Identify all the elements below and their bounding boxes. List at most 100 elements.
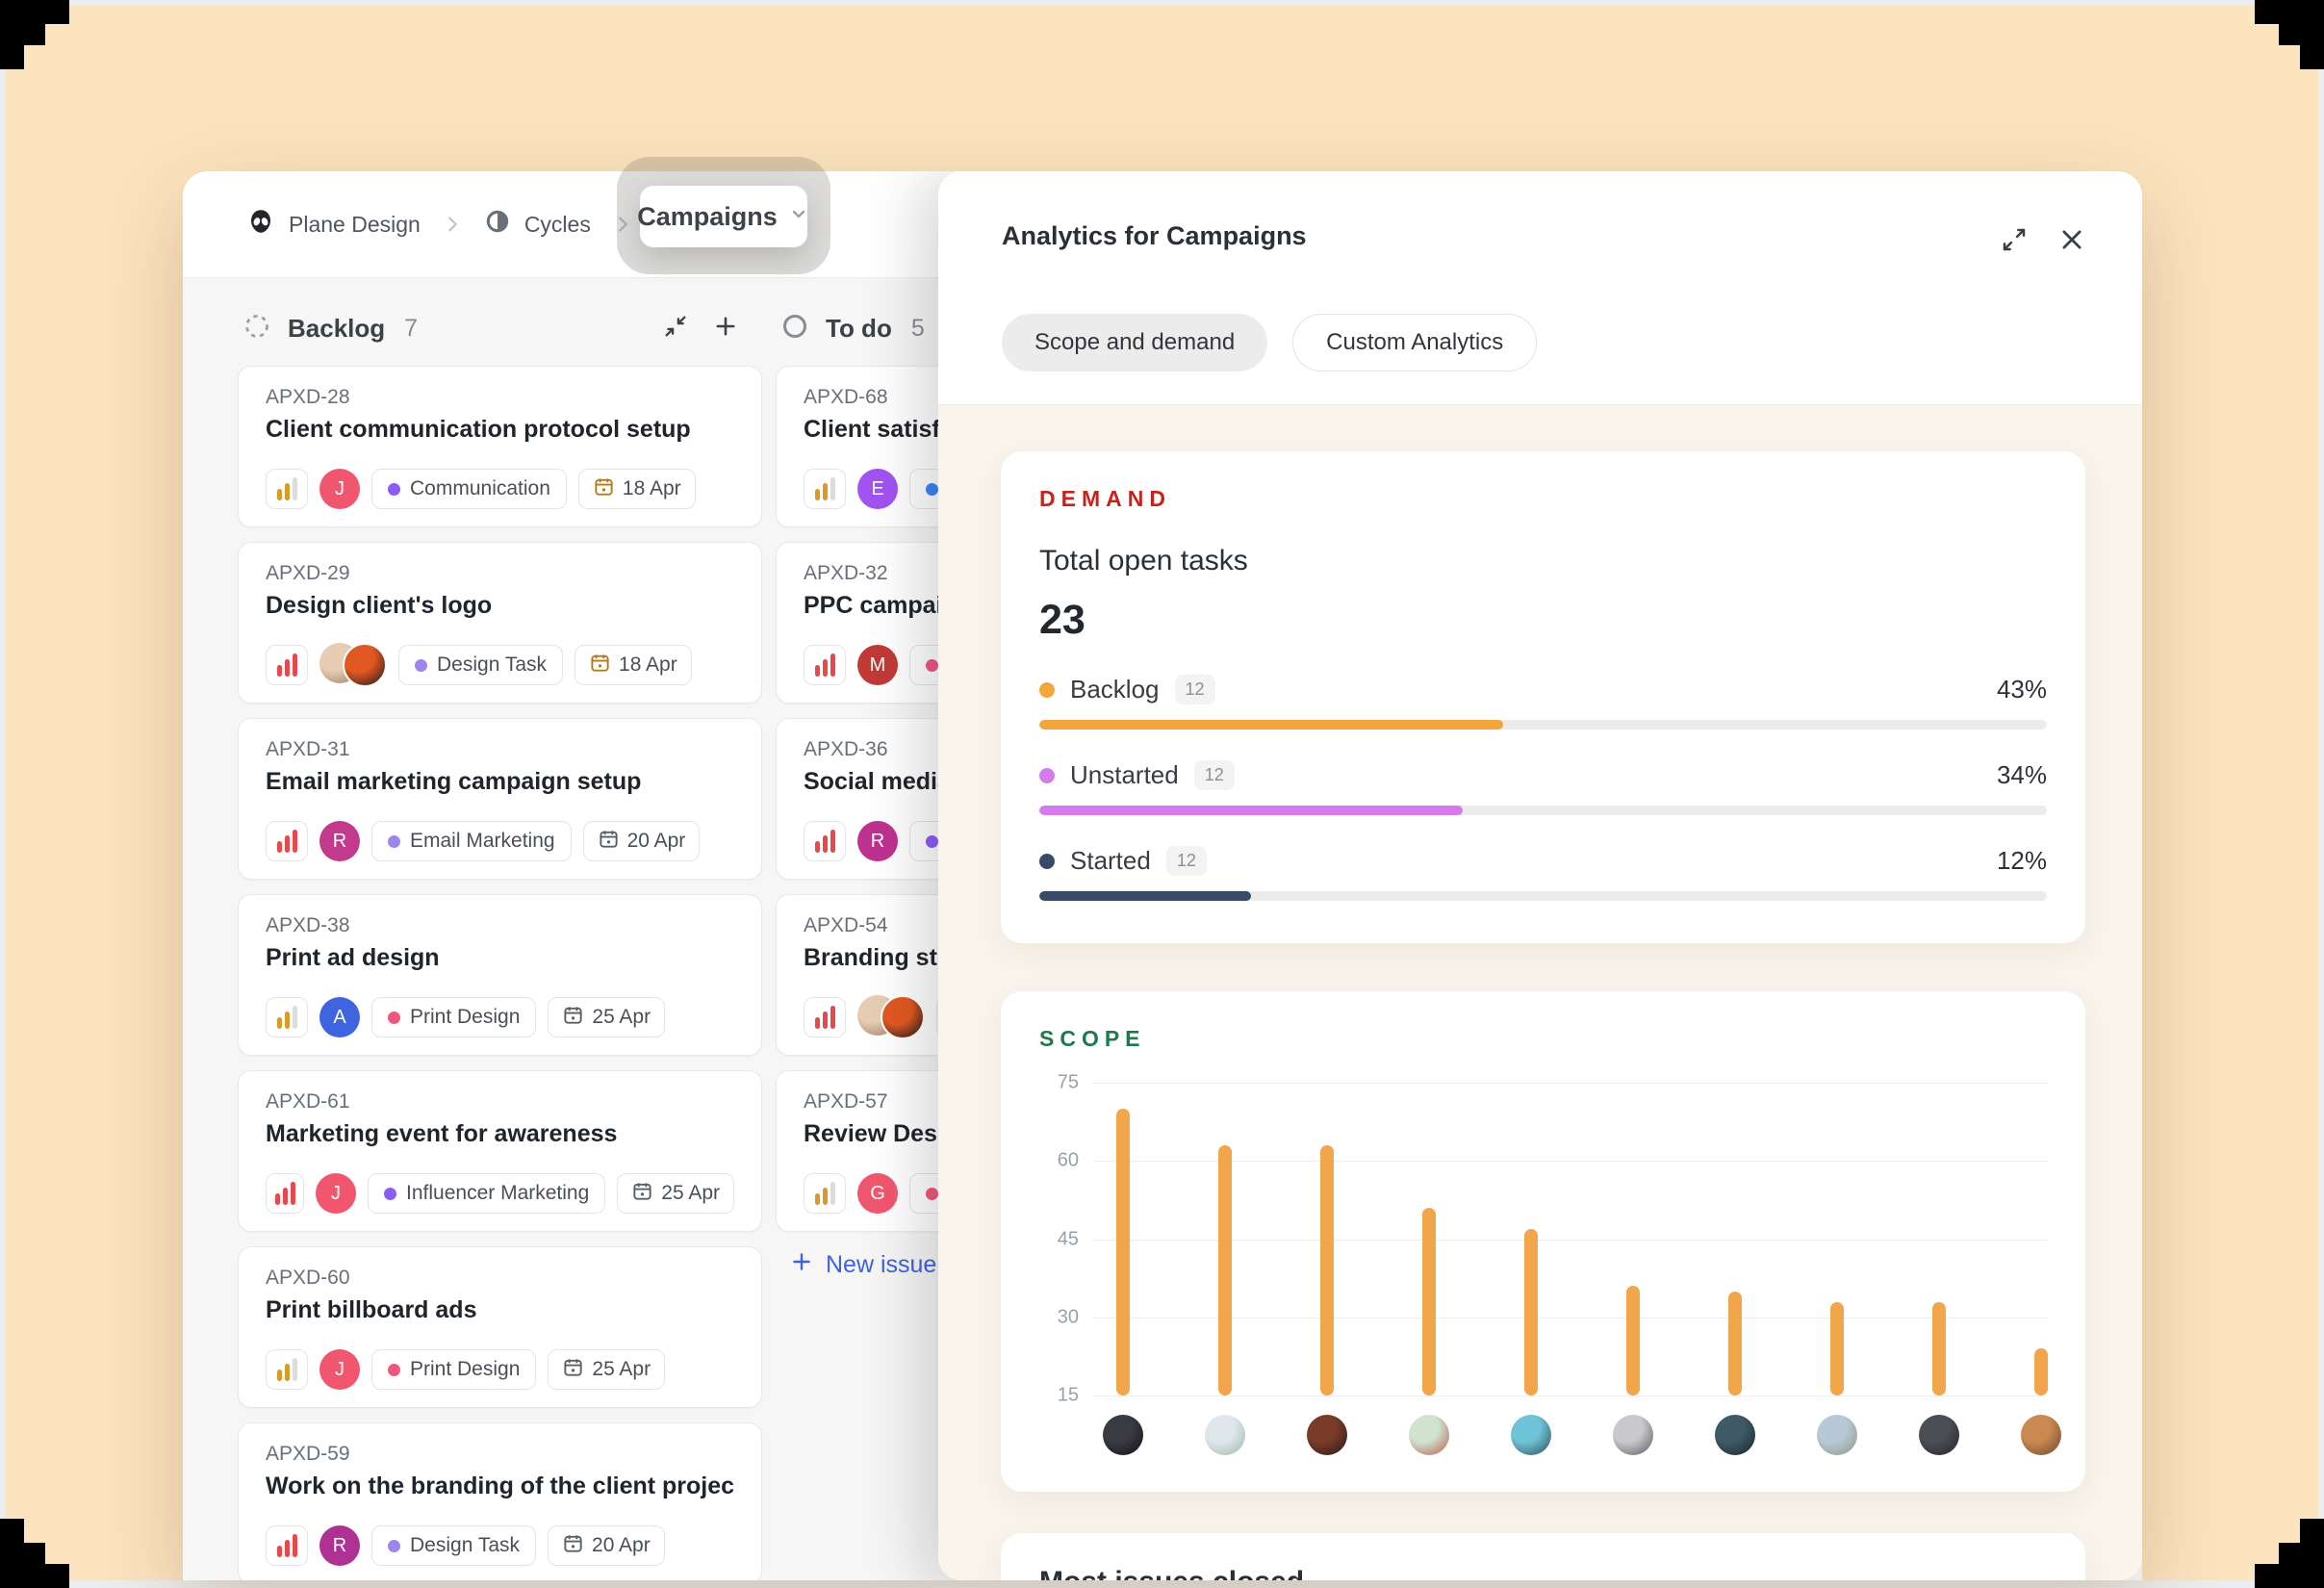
- chart-y-tick-label: 30: [1036, 1306, 1079, 1328]
- due-date-chip[interactable]: 18 Apr: [575, 645, 692, 685]
- assignee-avatar-photo[interactable]: [343, 643, 387, 687]
- assignee-avatar[interactable]: E: [857, 469, 898, 509]
- priority-chip[interactable]: [266, 469, 308, 509]
- assignee-avatar[interactable]: J: [316, 1173, 356, 1214]
- due-date-text: 18 Apr: [619, 653, 677, 677]
- assignees: J: [319, 1349, 360, 1390]
- issue-id: APXD-29: [266, 562, 734, 585]
- state-count-badge: 12: [1175, 675, 1215, 704]
- column-title: To do: [826, 314, 892, 344]
- assignee-avatar[interactable]: R: [857, 821, 898, 861]
- assignee-avatar[interactable]: A: [319, 997, 360, 1037]
- breadcrumb-project[interactable]: Plane Design: [246, 207, 421, 242]
- tab-custom-analytics[interactable]: Custom Analytics: [1292, 314, 1537, 371]
- assignee-avatar[interactable]: J: [319, 469, 360, 509]
- label-chip[interactable]: Communication: [371, 469, 567, 509]
- analytics-tabs: Scope and demand Custom Analytics: [1002, 314, 1537, 371]
- issue-card[interactable]: APXD-61Marketing event for awarenessJInf…: [238, 1070, 762, 1232]
- column-count: 7: [404, 315, 418, 343]
- assignee-avatar[interactable]: R: [319, 1525, 360, 1566]
- issue-card[interactable]: APXD-29Design client's logoDesign Task18…: [238, 542, 762, 704]
- tab-scope-and-demand[interactable]: Scope and demand: [1002, 314, 1267, 371]
- due-date-chip[interactable]: 20 Apr: [548, 1525, 665, 1566]
- issue-title: Print ad design: [266, 943, 734, 972]
- demand-row: Unstarted1234%: [1039, 760, 2047, 815]
- due-date-chip[interactable]: 25 Apr: [617, 1173, 734, 1214]
- label-dot-icon: [926, 659, 938, 672]
- calendar-icon: [631, 1180, 653, 1208]
- assignee-avatar[interactable]: J: [319, 1349, 360, 1390]
- priority-chip[interactable]: [266, 645, 308, 685]
- issue-chips: J Influencer Marketing 25 Apr: [266, 1173, 734, 1214]
- assignees: E: [857, 469, 898, 509]
- label-chip[interactable]: Print Design: [371, 997, 536, 1037]
- collapse-column-icon[interactable]: [662, 313, 689, 345]
- label-chip[interactable]: Email Marketing: [371, 821, 572, 861]
- assignees: J: [316, 1173, 356, 1214]
- state-dot-icon: [1039, 682, 1055, 698]
- label-text: Email Marketing: [410, 830, 555, 853]
- label-chip[interactable]: Design Task: [398, 645, 563, 685]
- close-icon[interactable]: [2057, 225, 2086, 259]
- crop-mark: [2251, 0, 2324, 73]
- priority-chip[interactable]: [266, 821, 308, 861]
- chart-bar: [2034, 1348, 2048, 1396]
- chart-y-tick-label: 45: [1036, 1228, 1079, 1250]
- progress-track: [1039, 720, 2047, 730]
- label-dot-icon: [388, 1012, 400, 1024]
- issue-chips: A Print Design 25 Apr: [266, 997, 734, 1037]
- assignee-avatar-photo[interactable]: [881, 995, 925, 1039]
- chart-gridline: [1092, 1083, 2047, 1084]
- issue-card[interactable]: APXD-28 Client communication protocol set…: [238, 366, 762, 527]
- assignee-avatar[interactable]: M: [857, 645, 898, 685]
- priority-chip[interactable]: [804, 1173, 846, 1214]
- issue-card[interactable]: APXD-31Email marketing campaign setupREm…: [238, 718, 762, 880]
- priority-chip[interactable]: [266, 997, 308, 1037]
- progress-fill: [1039, 806, 1463, 815]
- due-date-text: 18 Apr: [623, 477, 681, 500]
- priority-chip[interactable]: [266, 1349, 308, 1390]
- issue-card[interactable]: APXD-59Work on the branding of the clien…: [238, 1422, 762, 1580]
- due-date-chip[interactable]: 20 Apr: [583, 821, 701, 861]
- crop-mark: [2251, 1515, 2324, 1588]
- priority-chip[interactable]: [266, 1525, 308, 1566]
- chart-y-tick-label: 60: [1036, 1150, 1079, 1172]
- assignee-avatar[interactable]: G: [857, 1173, 898, 1214]
- label-dot-icon: [415, 659, 427, 672]
- expand-icon[interactable]: [2000, 225, 2029, 259]
- issue-id: APXD-38: [266, 914, 734, 937]
- chart-bar: [1116, 1109, 1130, 1396]
- chart-bar: [1524, 1229, 1538, 1396]
- priority-chip[interactable]: [804, 821, 846, 861]
- assignees: G: [857, 1173, 898, 1214]
- priority-chip[interactable]: [804, 997, 846, 1037]
- breadcrumb-cycles[interactable]: Cycles: [484, 208, 591, 241]
- priority-chip[interactable]: [804, 645, 846, 685]
- chart-bar: [1320, 1145, 1334, 1396]
- due-date-chip[interactable]: 25 Apr: [548, 1349, 665, 1390]
- assignee-avatar[interactable]: R: [319, 821, 360, 861]
- campaigns-dropdown[interactable]: Campaigns: [640, 186, 807, 247]
- label-chip[interactable]: Design Task: [371, 1525, 536, 1566]
- priority-chip[interactable]: [804, 469, 846, 509]
- due-date-text: 25 Apr: [661, 1182, 720, 1205]
- label-chip[interactable]: Influencer Marketing: [368, 1173, 605, 1214]
- assignees: A: [319, 997, 360, 1037]
- issue-title: Client communication protocol setup: [266, 415, 734, 444]
- state-dot-icon: [1039, 854, 1055, 869]
- due-date-chip[interactable]: 25 Apr: [548, 997, 665, 1037]
- priority-chip[interactable]: [266, 1173, 304, 1214]
- breadcrumb-project-label: Plane Design: [289, 212, 421, 238]
- issue-id: APXD-61: [266, 1090, 734, 1114]
- demand-section-label: DEMAND: [1039, 486, 2047, 512]
- demand-row: Started1212%: [1039, 846, 2047, 901]
- add-issue-icon[interactable]: [712, 313, 739, 345]
- due-date-chip[interactable]: 18 Apr: [578, 469, 696, 509]
- state-name: Started: [1070, 846, 1151, 876]
- progress-fill: [1039, 891, 1251, 901]
- issue-id: APXD-28: [266, 386, 734, 409]
- cards-list: APXD-28 Client communication protocol set…: [238, 366, 762, 1580]
- label-chip[interactable]: Print Design: [371, 1349, 536, 1390]
- issue-card[interactable]: APXD-60Print billboard adsJPrint Design2…: [238, 1246, 762, 1408]
- issue-card[interactable]: APXD-38 Print ad design A Print Design 25 Ap…: [238, 894, 762, 1056]
